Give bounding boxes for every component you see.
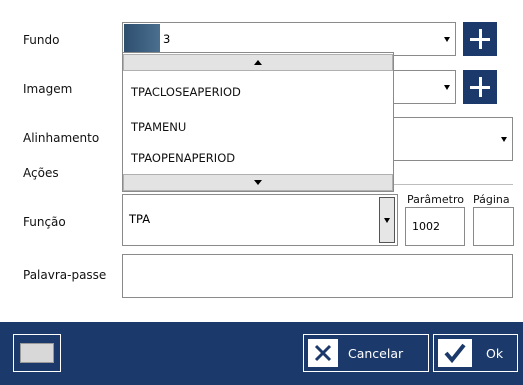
fundo-color-swatch bbox=[124, 24, 160, 54]
scroll-down-button[interactable] bbox=[123, 174, 393, 191]
palavra-passe-label: Palavra-passe bbox=[23, 268, 107, 282]
dropdown-option[interactable]: TPACLOSEAPERIOD bbox=[131, 85, 241, 99]
cancel-button-label: Cancelar bbox=[348, 346, 404, 361]
scroll-up-button[interactable] bbox=[123, 54, 393, 71]
palavra-passe-input[interactable] bbox=[122, 254, 513, 298]
add-fundo-button[interactable] bbox=[463, 22, 497, 56]
funcao-label: Função bbox=[23, 215, 66, 229]
close-x-icon bbox=[308, 339, 338, 367]
pagina-label: Página bbox=[473, 193, 510, 206]
chevron-down-icon bbox=[254, 180, 262, 185]
keyboard-button[interactable] bbox=[13, 334, 61, 372]
chevron-down-icon[interactable] bbox=[438, 23, 455, 55]
parametro-value: 1002 bbox=[412, 220, 440, 233]
fundo-label: Fundo bbox=[23, 33, 60, 47]
fundo-select[interactable]: 3 bbox=[122, 22, 456, 56]
keyboard-icon bbox=[20, 343, 54, 363]
chevron-up-icon bbox=[254, 60, 262, 65]
pagina-input[interactable] bbox=[473, 207, 514, 246]
parametro-input[interactable]: 1002 bbox=[405, 207, 465, 246]
chevron-down-icon[interactable] bbox=[438, 71, 455, 103]
ok-button[interactable]: Ok bbox=[433, 334, 518, 372]
imagem-label: Imagem bbox=[23, 82, 73, 96]
funcao-dropdown-list: TPACLOSEAPERIOD TPAMENU TPAOPENAPERIOD bbox=[122, 52, 394, 192]
parametro-label: Parâmetro bbox=[407, 193, 464, 206]
funcao-select[interactable]: TPA bbox=[122, 194, 398, 246]
ok-button-label: Ok bbox=[486, 346, 504, 361]
check-icon bbox=[438, 339, 472, 367]
add-imagem-button[interactable] bbox=[463, 70, 497, 104]
dropdown-option[interactable]: TPAOPENAPERIOD bbox=[131, 151, 235, 165]
alinhamento-label: Alinhamento bbox=[23, 131, 100, 145]
acoes-label: Ações bbox=[23, 166, 59, 180]
funcao-value: TPA bbox=[129, 212, 151, 226]
chevron-down-icon[interactable] bbox=[495, 118, 512, 160]
cancel-button[interactable]: Cancelar bbox=[303, 334, 429, 372]
dropdown-option[interactable]: TPAMENU bbox=[131, 120, 186, 134]
chevron-down-icon bbox=[384, 217, 390, 223]
funcao-dropdown-button[interactable] bbox=[379, 197, 395, 243]
fundo-value: 3 bbox=[163, 32, 171, 46]
